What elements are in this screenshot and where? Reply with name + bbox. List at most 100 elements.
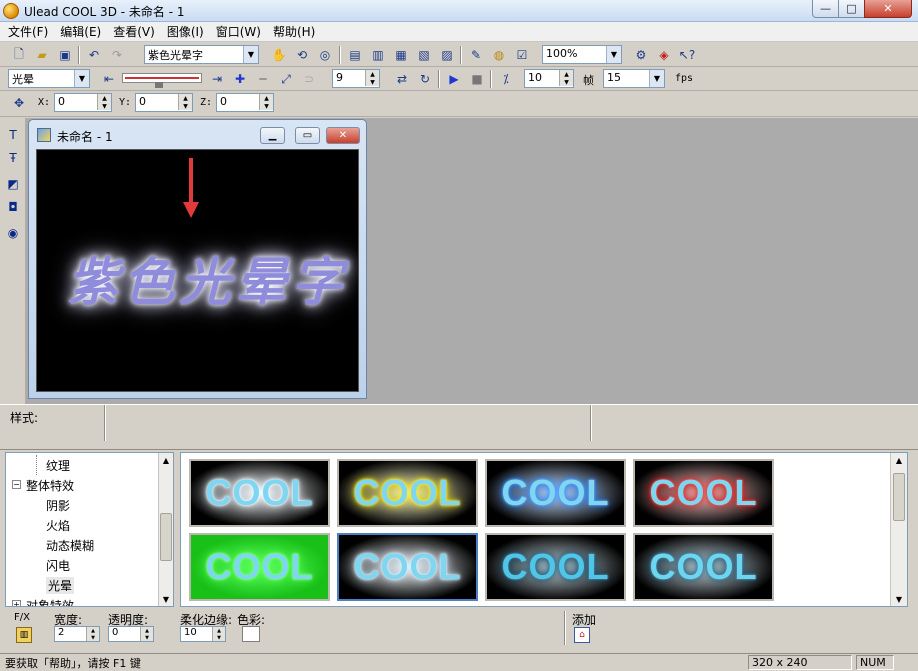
spin-up-icon[interactable]: ▲ <box>140 627 153 634</box>
minimize-button[interactable]: — <box>812 0 839 18</box>
light-icon[interactable]: ✎ <box>467 46 485 64</box>
effect-category-select[interactable]: 光晕 ▼ <box>8 69 90 88</box>
frames-icon[interactable]: ⁒ <box>497 70 515 88</box>
tree-group[interactable]: + 对象特效 <box>6 595 158 606</box>
remove-keyframe-icon[interactable]: ━ <box>254 70 272 88</box>
chevron-down-icon[interactable]: ▼ <box>649 70 664 87</box>
spin-up-icon[interactable]: ▲ <box>212 627 225 634</box>
maximize-button[interactable]: □ <box>838 0 865 18</box>
spin-up-icon[interactable]: ▲ <box>178 94 192 102</box>
bevel-5-icon[interactable]: ▨ <box>438 46 456 64</box>
collapse-icon[interactable]: − <box>12 480 21 489</box>
effect-thumbnail[interactable]: COOL <box>189 459 330 527</box>
render-canvas[interactable]: 紫色光晕字 <box>36 149 359 392</box>
scroll-up-icon[interactable]: ▲ <box>159 453 173 467</box>
tree-item[interactable]: 阴影 <box>6 495 158 515</box>
spin-down-icon[interactable]: ▼ <box>178 102 192 110</box>
last-frame-icon[interactable]: ⇥ <box>208 70 226 88</box>
menu-image[interactable]: 图像(I) <box>159 23 208 40</box>
reverse-icon[interactable]: ⤢ <box>277 70 295 88</box>
menu-file[interactable]: 文件(F) <box>0 23 52 40</box>
insert-text-icon[interactable]: T <box>4 126 22 144</box>
add-effect-icon[interactable]: ⌂ <box>574 627 590 643</box>
rotate-tool-icon[interactable]: ⟲ <box>293 46 311 64</box>
menu-window[interactable]: 窗口(W) <box>208 23 265 40</box>
fps-select[interactable]: 15 ▼ <box>603 69 665 88</box>
bevel-2-icon[interactable]: ▥ <box>369 46 387 64</box>
menu-edit[interactable]: 编辑(E) <box>52 23 105 40</box>
play-icon[interactable]: ▶ <box>445 70 463 88</box>
scroll-up-icon[interactable]: ▲ <box>892 453 906 467</box>
scroll-thumb[interactable] <box>160 513 172 561</box>
add-keyframe-icon[interactable]: ✚ <box>231 70 249 88</box>
effect-thumbnail[interactable]: COOL <box>189 533 330 601</box>
chart-icon[interactable]: ☑ <box>513 46 531 64</box>
context-help-icon[interactable]: ↖? <box>678 46 696 64</box>
spin-up-icon[interactable]: ▲ <box>97 94 111 102</box>
total-frames-input[interactable]: 10 ▲ ▼ <box>524 69 574 88</box>
position-tool-icon[interactable]: ✥ <box>10 94 28 112</box>
scroll-thumb[interactable] <box>893 473 905 521</box>
insert-geometry-icon[interactable]: ◩ <box>4 175 22 193</box>
thumbnail-scrollbar[interactable]: ▲ ▼ <box>890 453 907 606</box>
doc-minimize-button[interactable]: ▁ <box>260 127 285 144</box>
spin-up-icon[interactable]: ▲ <box>86 627 99 634</box>
spin-down-icon[interactable]: ▼ <box>559 78 573 86</box>
zoom-select[interactable]: 100% ▼ <box>542 45 622 64</box>
save-icon[interactable]: ▣ <box>56 46 74 64</box>
spin-down-icon[interactable]: ▼ <box>259 102 273 110</box>
bevel-1-icon[interactable]: ▤ <box>346 46 364 64</box>
scroll-down-icon[interactable]: ▼ <box>159 592 173 606</box>
doc-close-button[interactable]: ✕ <box>326 127 360 144</box>
effect-browser-icon[interactable]: ⚙ <box>632 46 650 64</box>
effect-thumbnail[interactable]: COOL <box>337 459 478 527</box>
width-input[interactable]: 2 ▲ ▼ <box>54 626 100 642</box>
object-manager-icon[interactable]: ◉ <box>4 224 22 242</box>
tree-item[interactable]: 纹理 <box>6 455 158 475</box>
spin-down-icon[interactable]: ▼ <box>365 78 379 86</box>
undo-icon[interactable]: ↶ <box>85 46 103 64</box>
web-export-icon[interactable]: ◈ <box>655 46 673 64</box>
expand-icon[interactable]: + <box>12 600 21 606</box>
x-input[interactable]: 0 ▲ ▼ <box>54 93 112 112</box>
frame-number-input[interactable]: 9 ▲ ▼ <box>332 69 380 88</box>
chevron-down-icon[interactable]: ▼ <box>243 46 258 63</box>
spin-down-icon[interactable]: ▼ <box>140 634 153 641</box>
effect-thumbnail[interactable]: COOL <box>485 533 626 601</box>
color-swatch[interactable] <box>242 626 260 642</box>
tree-scrollbar[interactable]: ▲ ▼ <box>158 453 173 606</box>
fx-toggle-icon[interactable]: ▥ <box>16 627 32 643</box>
opacity-input[interactable]: 0 ▲ ▼ <box>108 626 154 642</box>
new-file-icon[interactable]: 🗋 <box>10 46 28 64</box>
first-frame-icon[interactable]: ⇤ <box>100 70 118 88</box>
tree-item[interactable]: 动态模糊 <box>6 535 158 555</box>
redo-icon[interactable]: ↷ <box>108 46 126 64</box>
text-preset-select[interactable]: 紫色光晕字 ▼ <box>144 45 259 64</box>
tree-item[interactable]: 闪电 <box>6 555 158 575</box>
spin-up-icon[interactable]: ▲ <box>365 70 379 78</box>
spin-down-icon[interactable]: ▼ <box>97 102 111 110</box>
effect-thumbnail[interactable]: COOL <box>485 459 626 527</box>
effect-thumbnail[interactable]: COOL <box>633 459 774 527</box>
doc-restore-button[interactable]: ▭ <box>295 127 320 144</box>
menu-view[interactable]: 查看(V) <box>105 23 159 40</box>
loop-icon[interactable]: ⊃ <box>300 70 318 88</box>
size-tool-icon[interactable]: ◎ <box>316 46 334 64</box>
soften-input[interactable]: 10 ▲ ▼ <box>180 626 226 642</box>
tree-item-selected[interactable]: 光晕 <box>6 575 158 595</box>
tree-group[interactable]: − 整体特效 <box>6 475 158 495</box>
bevel-4-icon[interactable]: ▧ <box>415 46 433 64</box>
glow-text-object[interactable]: 紫色光晕字 <box>67 240 347 315</box>
timeline-thumb[interactable] <box>155 82 163 88</box>
bevel-3-icon[interactable]: ▦ <box>392 46 410 64</box>
repeat-icon[interactable]: ⇄ <box>393 70 411 88</box>
edit-text-icon[interactable]: Ŧ <box>4 149 22 167</box>
edit-geometry-icon[interactable]: ◘ <box>4 198 22 216</box>
stop-icon[interactable]: ■ <box>468 70 486 88</box>
spin-down-icon[interactable]: ▼ <box>86 634 99 641</box>
cycle-icon[interactable]: ↻ <box>416 70 434 88</box>
spin-down-icon[interactable]: ▼ <box>212 634 225 641</box>
chevron-down-icon[interactable]: ▼ <box>606 46 621 63</box>
z-input[interactable]: 0 ▲ ▼ <box>216 93 274 112</box>
globe-icon[interactable]: ◍ <box>490 46 508 64</box>
